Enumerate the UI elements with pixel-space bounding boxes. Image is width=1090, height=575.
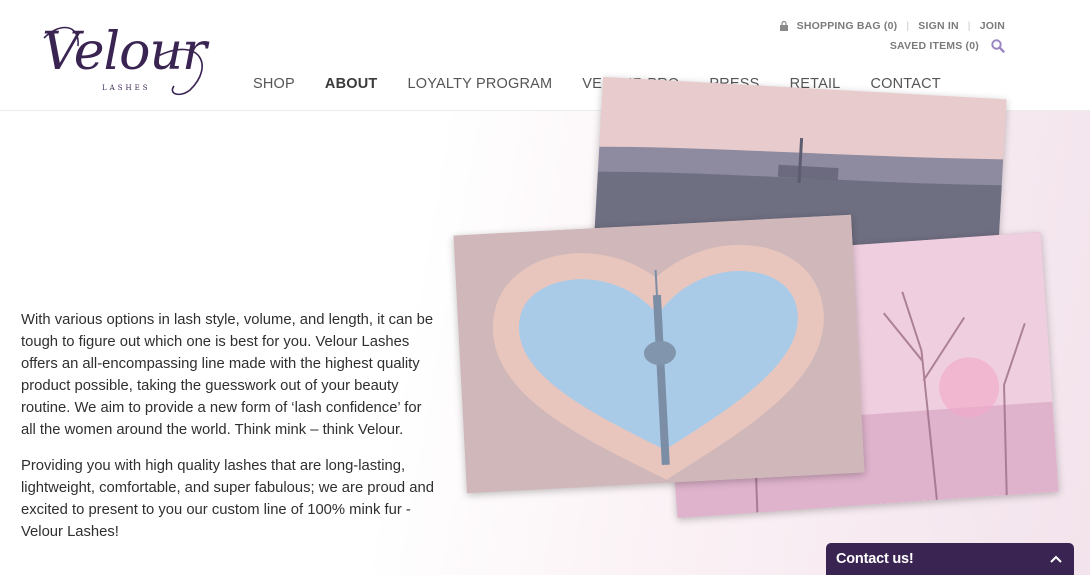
nav-item-shop[interactable]: SHOP [253,76,295,92]
nav-item-loyalty-program[interactable]: LOYALTY PROGRAM [407,76,552,92]
nav-item-about[interactable]: ABOUT [325,76,378,92]
nav-item-contact[interactable]: CONTACT [870,76,940,92]
divider: | [967,20,971,32]
join-link[interactable]: JOIN [980,20,1005,32]
contact-us-bar[interactable]: Contact us! [826,543,1074,575]
shopping-bag-link[interactable]: SHOPPING BAG (0) [797,20,898,32]
logo-wordmark: Velour [42,22,207,82]
saved-items-link[interactable]: SAVED ITEMS (0) [890,40,979,52]
chevron-up-icon[interactable] [1050,551,1062,567]
logo-subtitle: LASHES [102,84,151,92]
contact-us-label: Contact us! [836,551,914,567]
about-paragraph-1: With various options in lash style, volu… [21,312,434,438]
about-copy: With various options in lash style, volu… [21,309,436,557]
velour-logo[interactable]: Velour LASHES [40,16,215,96]
divider: | [906,20,910,32]
lock-icon [779,21,788,31]
sign-in-link[interactable]: SIGN IN [918,20,959,32]
heart-hands-cn-tower-photo [453,214,865,494]
utility-nav: SHOPPING BAG (0) | SIGN IN | JOIN SAVED … [779,19,1005,53]
about-paragraph-2: Providing you with high quality lashes t… [21,458,434,540]
search-icon[interactable] [991,39,1005,53]
